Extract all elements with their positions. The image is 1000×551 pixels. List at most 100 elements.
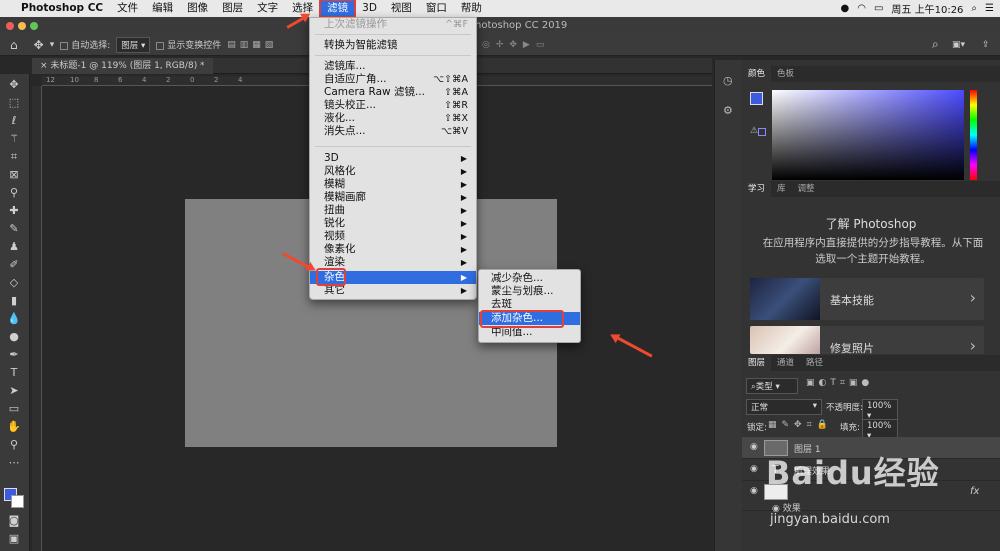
move-tool-icon[interactable]: ✥ xyxy=(34,38,44,52)
pen-tool-icon[interactable]: ✒ xyxy=(7,348,21,362)
brush-tool-icon[interactable]: ✎ xyxy=(7,222,21,236)
warning-icon[interactable]: ⚠ xyxy=(750,126,758,136)
menu-item-3d[interactable]: 3D ▶ xyxy=(310,152,476,165)
fg-swatch[interactable] xyxy=(750,92,763,105)
background-color-swatch[interactable] xyxy=(11,495,24,508)
menu-item-vanishing-point[interactable]: 消失点... ⌥⌘V xyxy=(310,125,476,138)
properties-icon[interactable]: ⚙ xyxy=(723,104,733,117)
3d-mode-icons[interactable]: ◎✢✥▶▭ xyxy=(482,40,550,50)
apple-icon[interactable] xyxy=(0,0,14,17)
gradient-tool-icon[interactable]: ▮ xyxy=(7,294,21,308)
tab-layers[interactable]: 图层 xyxy=(742,355,772,371)
hue-slider[interactable] xyxy=(970,90,977,180)
tab-library[interactable]: 库 xyxy=(771,181,792,197)
menu-window[interactable]: 窗口 xyxy=(419,0,454,17)
menu-item-lens-correction[interactable]: 镜头校正... ⇧⌘R xyxy=(310,99,476,112)
color-picker-field[interactable] xyxy=(772,90,964,180)
close-icon[interactable] xyxy=(6,22,14,30)
tab-color[interactable]: 颜色 xyxy=(742,66,772,82)
menu-view[interactable]: 视图 xyxy=(384,0,419,17)
card-basic-skills[interactable]: 基本技能 › xyxy=(750,278,984,320)
tab-paths[interactable]: 路径 xyxy=(800,355,829,371)
layer-select-dropdown[interactable]: 图层 ▾ xyxy=(116,36,151,53)
magic-wand-icon[interactable]: ⚚ xyxy=(7,132,21,146)
marquee-tool-icon[interactable]: ⬚ xyxy=(7,96,21,110)
eraser-tool-icon[interactable]: ◇ xyxy=(7,276,21,290)
path-select-icon[interactable]: ➤ xyxy=(7,384,21,398)
battery-icon[interactable]: ▭ xyxy=(874,3,883,14)
menu-item-blur-gallery[interactable]: 模糊画廊 ▶ xyxy=(310,191,476,204)
crop-tool-icon[interactable]: ⌗ xyxy=(7,150,21,164)
close-icon[interactable]: × xyxy=(40,61,48,71)
web-color-icon[interactable] xyxy=(758,128,766,136)
menu-item-filter-gallery[interactable]: 滤镜库... xyxy=(310,60,476,73)
search-icon[interactable]: ⌕ xyxy=(932,37,939,52)
stamp-tool-icon[interactable]: ♟ xyxy=(7,240,21,254)
history-icon[interactable]: ◷ xyxy=(723,74,733,87)
menu-item-dust-scratches[interactable]: 蒙尘与划痕... xyxy=(479,285,580,298)
menu-item-blur[interactable]: 模糊 ▶ xyxy=(310,178,476,191)
menu-filter[interactable]: 滤镜 xyxy=(319,0,357,18)
menu-help[interactable]: 帮助 xyxy=(454,0,489,17)
chevron-down-icon[interactable]: ▾ xyxy=(50,40,55,50)
move-tool-icon[interactable]: ✥ xyxy=(7,78,21,92)
menu-3d[interactable]: 3D xyxy=(355,0,384,17)
eye-icon[interactable]: ◉ xyxy=(750,442,758,452)
menu-item-last-filter[interactable]: 上次滤镜操作 ^⌘F xyxy=(310,18,476,31)
align-icons[interactable]: ▤▥▦▧ xyxy=(227,40,277,50)
screen-mode-icon[interactable]: ▣ xyxy=(7,532,21,546)
show-transform-checkbox[interactable]: 显示变换控件 xyxy=(156,38,221,51)
menu-item-sharpen[interactable]: 锐化 ▶ xyxy=(310,217,476,230)
auto-select-checkbox[interactable]: 自动选择: xyxy=(60,38,110,51)
menu-item-stylize[interactable]: 风格化 ▶ xyxy=(310,165,476,178)
blend-mode-dropdown[interactable]: 正常 ▾ xyxy=(746,399,822,415)
menu-item-camera-raw[interactable]: Camera Raw 滤镜... ⇧⌘A xyxy=(310,86,476,99)
fx-icon[interactable]: fx xyxy=(970,486,979,497)
eyedropper-icon[interactable]: ⚲ xyxy=(7,186,21,200)
search-icon[interactable]: ⌕ xyxy=(971,3,977,14)
hand-tool-icon[interactable]: ✋ xyxy=(7,420,21,434)
share-icon[interactable]: ⇪ xyxy=(982,40,990,50)
workspace-icon[interactable]: ▣▾ xyxy=(952,40,965,50)
menu-item-adaptive-wide[interactable]: 自适应广角... ⌥⇧⌘A xyxy=(310,73,476,86)
zoom-icon[interactable] xyxy=(30,22,38,30)
menu-app[interactable]: Photoshop CC xyxy=(14,0,110,17)
menu-edit[interactable]: 编辑 xyxy=(145,0,180,17)
eye-icon[interactable]: ◉ xyxy=(750,464,758,474)
menu-item-pixelate[interactable]: 像素化 ▶ xyxy=(310,243,476,256)
history-brush-icon[interactable]: ✐ xyxy=(7,258,21,272)
dodge-tool-icon[interactable]: ● xyxy=(7,330,21,344)
lock-icons[interactable]: ▦✎✥⌗🔒 xyxy=(768,420,833,430)
menu-layer[interactable]: 图层 xyxy=(215,0,250,17)
menu-item-video[interactable]: 视频 ▶ xyxy=(310,230,476,243)
menu-item-reduce-noise[interactable]: 减少杂色... xyxy=(479,272,580,285)
menu-type[interactable]: 文字 xyxy=(250,0,285,17)
tab-learn[interactable]: 学习 xyxy=(742,181,772,197)
healing-brush-icon[interactable]: ✚ xyxy=(7,204,21,218)
menu-item-smart-filter[interactable]: 转换为智能滤镜 xyxy=(310,39,476,52)
minimize-icon[interactable] xyxy=(18,22,26,30)
more-tools-icon[interactable]: ⋯ xyxy=(7,456,21,470)
clock[interactable]: 周五 上午10:26 xyxy=(891,1,963,16)
menu-item-liquify[interactable]: 液化... ⇧⌘X xyxy=(310,112,476,125)
card-fix-photos[interactable]: 修复照片 › xyxy=(750,326,984,354)
type-tool-icon[interactable]: T xyxy=(7,366,21,380)
wechat-icon[interactable]: ● xyxy=(841,3,850,14)
shape-tool-icon[interactable]: ▭ xyxy=(7,402,21,416)
wifi-icon[interactable]: ◠ xyxy=(857,3,866,14)
lasso-tool-icon[interactable]: ℓ xyxy=(7,114,21,128)
menu-image[interactable]: 图像 xyxy=(180,0,215,17)
quick-mask-icon[interactable]: ◙ xyxy=(7,514,21,528)
home-icon[interactable]: ⌂ xyxy=(10,38,18,52)
tab-channels[interactable]: 通道 xyxy=(771,355,800,371)
tab-swatches[interactable]: 色板 xyxy=(771,66,800,82)
layer-filter-dropdown[interactable]: ⌕类型 ▾ xyxy=(746,378,798,394)
menu-file[interactable]: 文件 xyxy=(110,0,145,17)
zoom-tool-icon[interactable]: ⚲ xyxy=(7,438,21,452)
layer-filter-icons[interactable]: ▣◐T⌗▣● xyxy=(806,378,873,388)
tab-adjustments[interactable]: 调整 xyxy=(792,181,821,197)
document-tab[interactable]: × 未标题-1 @ 119% (图层 1, RGB/8) * xyxy=(32,58,213,74)
menu-item-distort[interactable]: 扭曲 ▶ xyxy=(310,204,476,217)
blur-tool-icon[interactable]: 💧 xyxy=(7,312,21,326)
eye-icon[interactable]: ◉ xyxy=(750,486,758,496)
